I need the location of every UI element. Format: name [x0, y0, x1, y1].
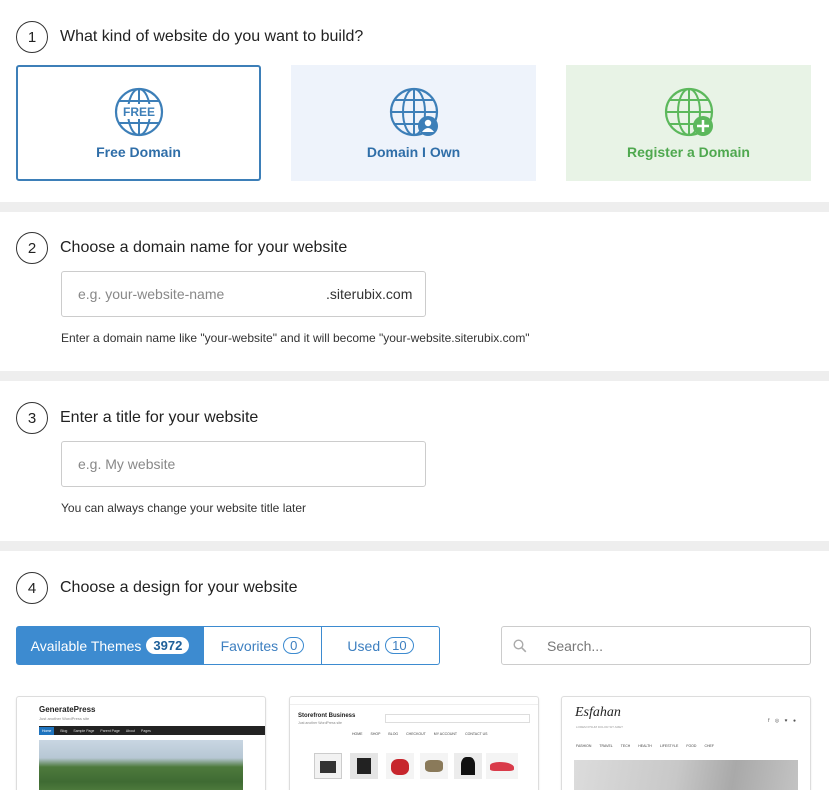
section-divider	[0, 371, 829, 381]
product-thumbnail	[486, 753, 518, 779]
theme-name: Storefront Business	[298, 713, 356, 719]
domain-i-own-label: Domain I Own	[366, 144, 461, 160]
tab-available-themes[interactable]: Available Themes 3972	[16, 626, 204, 665]
product-thumbnail	[350, 753, 378, 779]
theme-tagline: LOREM IPSUM DOLOR SIT AMET	[576, 725, 623, 729]
free-domain-label: Free Domain	[96, 144, 181, 160]
site-title-hint: You can always change your website title…	[61, 501, 307, 515]
site-title-field	[61, 441, 426, 487]
theme-nav-item: FOOD	[686, 744, 697, 748]
theme-nav-item: CHEF	[704, 744, 714, 748]
theme-nav: Home Blog Sample Page Parent Page About …	[39, 726, 265, 735]
theme-nav: HOME SHOP BLOG CHECKOUT MY ACCOUNT CONTA…	[352, 732, 488, 736]
theme-tagline: Just another WordPress site	[298, 721, 342, 725]
theme-nav-item: HEALTH	[638, 744, 652, 748]
theme-name: GeneratePress	[39, 705, 96, 714]
domain-hint: Enter a domain name like "your-website" …	[61, 331, 530, 345]
theme-nav-item: CHECKOUT	[406, 732, 426, 736]
step-number: 3	[16, 402, 48, 434]
domain-i-own-card[interactable]: Domain I Own	[291, 65, 536, 181]
domain-name-input[interactable]	[62, 272, 312, 316]
step-2-header: 2 Choose a domain name for your website	[16, 232, 347, 264]
theme-card-storefront-business[interactable]: Storefront Business Just another WordPre…	[289, 696, 539, 790]
product-thumbnail	[386, 753, 414, 779]
theme-topbar	[290, 697, 538, 705]
tab-used[interactable]: Used 10	[322, 626, 440, 665]
theme-nav-item: Home	[39, 726, 55, 735]
globe-user-icon	[389, 87, 438, 137]
step-4-header: 4 Choose a design for your website	[16, 572, 297, 604]
theme-nav-item: HOME	[352, 732, 363, 736]
theme-nav-item: Pages	[141, 728, 151, 733]
theme-hero-image	[574, 760, 798, 790]
theme-nav-item: Parent Page	[100, 728, 120, 733]
step-3-header: 3 Enter a title for your website	[16, 402, 258, 434]
theme-search-input[interactable]	[547, 637, 787, 654]
theme-nav-item: TECH	[620, 744, 631, 748]
tab-label: Available Themes	[30, 637, 142, 654]
svg-text:FREE: FREE	[122, 105, 154, 119]
tab-label: Favorites	[220, 637, 279, 654]
theme-search	[501, 626, 811, 665]
site-title-input[interactable]	[62, 442, 402, 486]
step-number: 4	[16, 572, 48, 604]
step-title: What kind of website do you want to buil…	[60, 28, 364, 45]
theme-nav-item: MY ACCOUNT	[433, 732, 458, 736]
theme-card-generatepress[interactable]: GeneratePress Just another WordPress sit…	[16, 696, 266, 790]
step-title: Choose a domain name for your website	[60, 239, 348, 256]
theme-name: Esfahan	[575, 705, 621, 720]
search-icon	[513, 638, 527, 652]
product-thumbnail	[420, 753, 448, 779]
step-1-header: 1 What kind of website do you want to bu…	[16, 21, 363, 53]
domain-name-field: .siterubix.com	[61, 271, 426, 317]
free-domain-card[interactable]: FREE Free Domain	[16, 65, 261, 181]
tab-favorites[interactable]: Favorites 0	[204, 626, 322, 665]
theme-card-esfahan[interactable]: Esfahan LOREM IPSUM DOLOR SIT AMET f ◎ ♥…	[561, 696, 811, 790]
theme-nav-item: About	[125, 728, 135, 733]
product-thumbnail	[314, 753, 342, 779]
domain-suffix: .siterubix.com	[326, 286, 413, 302]
theme-nav-item: SHOP	[370, 732, 381, 736]
step-number: 2	[16, 232, 48, 264]
tab-count-badge: 0	[283, 637, 305, 654]
register-domain-card[interactable]: Register a Domain	[566, 65, 811, 181]
section-divider	[0, 541, 829, 551]
theme-nav-item: CONTACT US	[465, 732, 488, 736]
theme-nav: FASHION TRAVEL TECH HEALTH LIFESTYLE FOO…	[576, 744, 714, 748]
tab-count-badge: 10	[385, 637, 414, 654]
globe-free-icon: FREE	[114, 87, 163, 137]
tab-count-badge: 3972	[146, 637, 190, 654]
theme-social-icons: f ◎ ♥ ●	[768, 718, 798, 724]
theme-nav-item: TRAVEL	[599, 744, 613, 748]
theme-hero-image	[39, 740, 243, 790]
theme-tabs: Available Themes 3972 Favorites 0 Used 1…	[16, 626, 440, 665]
tab-label: Used	[347, 637, 381, 654]
section-divider	[0, 202, 829, 212]
globe-plus-icon	[664, 87, 713, 137]
product-thumbnail	[454, 753, 482, 779]
theme-nav-item: BLOG	[388, 732, 399, 736]
step-title: Enter a title for your website	[60, 409, 259, 426]
theme-nav-item: LIFESTYLE	[659, 744, 679, 748]
theme-tagline: Just another WordPress site	[39, 716, 90, 721]
theme-nav-item: FASHION	[576, 744, 592, 748]
theme-search-field	[385, 714, 530, 723]
step-title: Choose a design for your website	[60, 579, 298, 596]
register-domain-label: Register a Domain	[627, 144, 750, 160]
step-number: 1	[16, 21, 48, 53]
section-website-type: 1 What kind of website do you want to bu…	[0, 0, 829, 202]
theme-nav-item: Blog	[60, 728, 68, 733]
theme-nav-item: Sample Page	[73, 728, 95, 733]
